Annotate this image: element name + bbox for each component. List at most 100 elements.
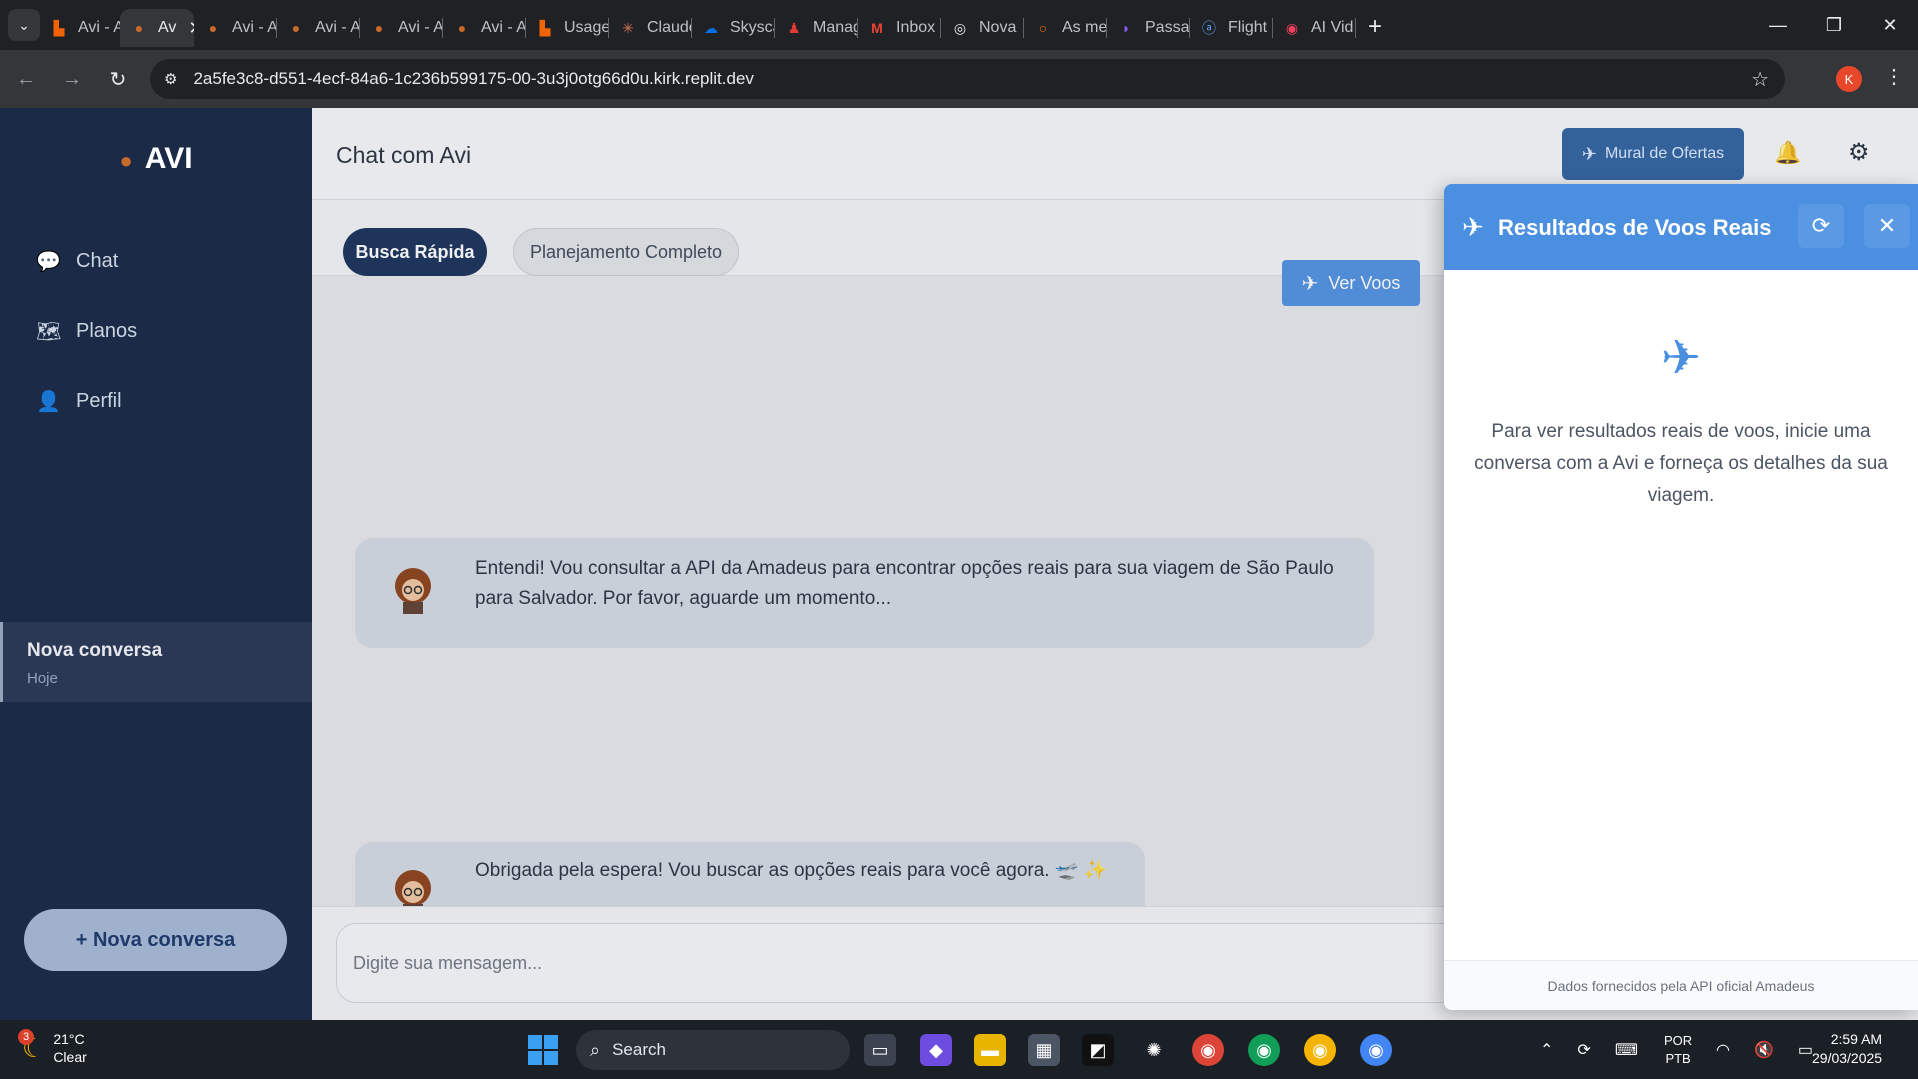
panel-header: ✈ Resultados de Voos Reais ⟳ ✕ [1444, 184, 1918, 270]
browser-tab[interactable]: ● Avi - A [277, 9, 359, 47]
ver-voos-button[interactable]: ✈ Ver Voos [1282, 260, 1420, 306]
message-text: Entendi! Vou consultar a API da Amadeus … [475, 558, 1334, 609]
plane-icon: ✈ [1301, 272, 1319, 295]
chevron-up-icon[interactable]: ⌃ [1540, 1040, 1553, 1060]
weather-widget[interactable]: ☾ 3 21°C Clear [18, 1028, 87, 1066]
replit-icon: ▙ [53, 19, 65, 36]
url-omnibox[interactable]: ⚙ 2a5fe3c8-d551-4ecf-84a6-1c236b599175-0… [150, 59, 1785, 99]
map-icon: 🗺 [36, 320, 62, 343]
plane-icon: ✈ [1462, 212, 1484, 242]
browser-tab[interactable]: ◗ Passa [1107, 9, 1189, 47]
wifi-icon[interactable]: ◠ [1716, 1040, 1730, 1060]
chrome-profile-icon[interactable]: ◉ [1304, 1034, 1336, 1066]
tab-busca-rapida[interactable]: Busca Rápida [343, 228, 487, 276]
browser-tab[interactable]: ▙ Usage [526, 9, 608, 47]
window-controls: — ❐ ✕ [1750, 0, 1918, 50]
taskbar-search[interactable]: ⌕ Search [576, 1030, 850, 1070]
capcut-icon[interactable]: ◩ [1082, 1034, 1114, 1066]
calculator-icon[interactable]: ▦ [1028, 1034, 1060, 1066]
browser-tab-active[interactable]: ●Av✕ [120, 9, 194, 47]
plane-icon: ✈ [1581, 143, 1597, 164]
back-icon[interactable]: ← [6, 68, 46, 91]
search-icon: ⌕ [590, 1039, 601, 1060]
manage-icon: ♟ [787, 19, 801, 36]
browser-tab[interactable]: ▙ Avi - A [40, 9, 120, 47]
avi-avatar [395, 568, 431, 614]
browser-tab[interactable]: ◎ Nova [941, 9, 1023, 47]
site-info-icon[interactable]: ⚙ [164, 70, 177, 88]
copilot-icon[interactable]: ◆ [920, 1034, 952, 1066]
forward-icon[interactable]: → [52, 68, 92, 91]
skyscanner-icon: ☁ [704, 19, 718, 36]
plane-illustration-icon: ✈ [1660, 332, 1702, 385]
battery-icon[interactable]: ▭ [1798, 1040, 1813, 1060]
sidebar-item-chat[interactable]: 💬 Chat [36, 226, 137, 296]
moon-icon: ☾ 3 [18, 1028, 45, 1064]
gear-icon[interactable]: ⚙ [1848, 138, 1870, 167]
empty-state-text: Para ver resultados reais de voos, inici… [1474, 421, 1888, 506]
user-icon: 👤 [36, 390, 61, 413]
browser-tab[interactable]: ● Avi - A [443, 9, 525, 47]
gmail-icon: M [871, 20, 883, 36]
system-tray: ⌃ ⟳ ⌨ [1540, 1020, 1662, 1079]
tab-planejamento-completo[interactable]: Planejamento Completo [513, 228, 739, 276]
close-icon[interactable]: ✕ [1864, 204, 1910, 248]
new-conversation-button[interactable]: + Nova conversa [24, 909, 287, 971]
reload-icon[interactable]: ↻ [98, 67, 138, 92]
weather-badge: 3 [18, 1028, 34, 1045]
browser-menu-icon[interactable]: ⋮ [1884, 64, 1904, 89]
avi-icon: ● [291, 20, 301, 36]
page-title: Chat com Avi [336, 142, 472, 168]
profile-avatar[interactable]: K [1836, 66, 1862, 92]
assistant-message: Entendi! Vou consultar a API da Amadeus … [355, 538, 1374, 648]
restore-icon[interactable]: ❐ [1806, 15, 1862, 36]
sidebar-nav: 💬 Chat 🗺 Planos 👤 Perfil [36, 226, 137, 436]
passa-icon: ◗ [1121, 20, 1131, 36]
language-indicator[interactable]: POR PTB [1664, 1032, 1692, 1068]
volume-icon[interactable]: 🔇 [1754, 1040, 1774, 1060]
sidebar-item-perfil[interactable]: 👤 Perfil [36, 366, 137, 436]
tab-separator [1355, 18, 1356, 38]
bell-icon[interactable]: 🔔 [1774, 140, 1801, 166]
keyboard-icon[interactable]: ⌨ [1615, 1040, 1638, 1060]
chrome-profile-icon[interactable]: ◉ [1248, 1034, 1280, 1066]
close-window-icon[interactable]: ✕ [1862, 15, 1918, 36]
conversation-item[interactable]: Nova conversa Hoje [0, 622, 312, 702]
circle-icon: ○ [1038, 20, 1048, 36]
taskbar: ☾ 3 21°C Clear ⌕ Search ▭ ◆ ▬ ▦ ◩ ✺ ◉ ◉ ◉… [0, 1020, 1918, 1079]
clock[interactable]: 2:59 AM 29/03/2025 [1812, 1030, 1882, 1068]
new-tab-icon[interactable]: + [1368, 13, 1382, 41]
browser-tab[interactable]: ☁Skysca [692, 9, 774, 47]
mural-de-ofertas-button[interactable]: ✈ Mural de Ofertas [1562, 128, 1744, 180]
browser-tab[interactable]: ⓐ Flight [1190, 9, 1272, 47]
sidebar-item-planos[interactable]: 🗺 Planos [36, 296, 137, 366]
browser-tab[interactable]: M Inbox [858, 9, 940, 47]
bookmark-star-icon[interactable]: ☆ [1751, 67, 1769, 92]
chrome-active-icon[interactable]: ◉ [1360, 1034, 1392, 1066]
browser-tab[interactable]: ● Avi - A [360, 9, 442, 47]
browser-tab[interactable]: ♟Manag [775, 9, 857, 47]
flight-results-panel: ✈ Resultados de Voos Reais ⟳ ✕ ✈ Para ve… [1444, 184, 1918, 1010]
browser-tab[interactable]: ✳Claude [609, 9, 691, 47]
panel-body: ✈ Para ver resultados reais de voos, ini… [1444, 270, 1918, 960]
minimize-icon[interactable]: — [1750, 15, 1806, 36]
browser-tab[interactable]: ◉ AI Vid [1273, 9, 1355, 47]
refresh-icon[interactable]: ⟳ [1798, 204, 1844, 248]
browser-tab[interactable]: ● Avi - A [194, 9, 276, 47]
chatgpt-app-icon[interactable]: ✺ [1138, 1034, 1170, 1066]
chatgpt-icon: ◎ [953, 19, 967, 36]
url-text[interactable]: 2a5fe3c8-d551-4ecf-84a6-1c236b599175-00-… [193, 69, 753, 89]
browser-tab[interactable]: ○ As me [1024, 9, 1106, 47]
start-icon[interactable] [528, 1035, 558, 1065]
message-composer [336, 923, 1536, 1003]
chrome-icon[interactable]: ◉ [1192, 1034, 1224, 1066]
claude-icon: ✳ [622, 19, 634, 36]
file-explorer-icon[interactable]: ▬ [974, 1034, 1006, 1066]
avi-icon: ● [374, 20, 384, 36]
sync-icon[interactable]: ⟳ [1577, 1040, 1590, 1060]
avi-logo-icon: ● [119, 148, 133, 173]
message-input[interactable] [337, 924, 1535, 1002]
chat-icon: 💬 [36, 250, 61, 273]
tab-search-button[interactable]: ⌄ [8, 9, 40, 41]
task-view-icon[interactable]: ▭ [864, 1034, 896, 1066]
